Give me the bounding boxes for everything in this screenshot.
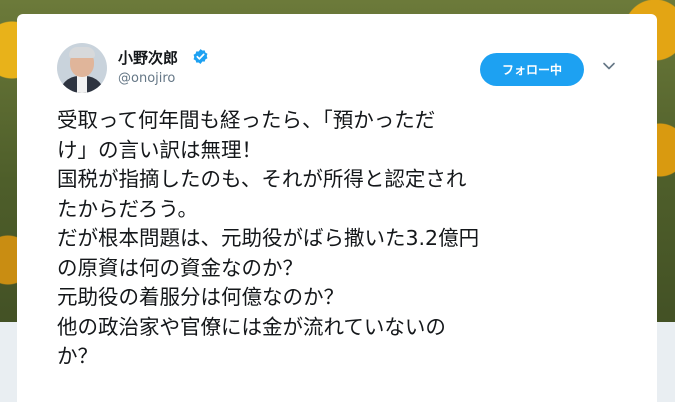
avatar-hair: [69, 47, 95, 58]
tweet-line: の原資は何の資金なのか？: [57, 255, 303, 280]
user-handle[interactable]: @onojiro: [118, 71, 175, 86]
verified-badge-icon: [193, 49, 208, 64]
tweet-line: 他の政治家や官僚には金が流れていないの: [57, 314, 446, 339]
chevron-down-icon[interactable]: [602, 59, 616, 73]
tweet-line: 元助役の着服分は何億なのか？: [57, 285, 344, 309]
display-name[interactable]: 小野次郎: [118, 47, 178, 68]
following-button[interactable]: フォロー中: [480, 53, 584, 86]
tweet-line: か？: [57, 344, 98, 368]
tweet-card: 小野次郎 @onojiro フォロー中 受取って何年間も経ったら、「預かっただ …: [17, 14, 657, 402]
tweet-line: け」の言い訳は無理！: [57, 137, 262, 162]
tweet-line: 国税が指摘したのも、それが所得と認定され: [57, 167, 467, 191]
avatar-shirt: [77, 76, 87, 93]
tweet-line: 受取って何年間も経ったら、「預かっただ: [57, 108, 436, 132]
avatar[interactable]: [57, 43, 107, 93]
tweet-text: 受取って何年間も経ったら、「預かっただ け」の言い訳は無理！ 国税が指摘したのも…: [57, 106, 632, 372]
tweet-line: だが根本問題は、元助役がばら撒いた3.2億円: [57, 226, 480, 250]
tweet-line: たからだろう。: [57, 196, 199, 221]
